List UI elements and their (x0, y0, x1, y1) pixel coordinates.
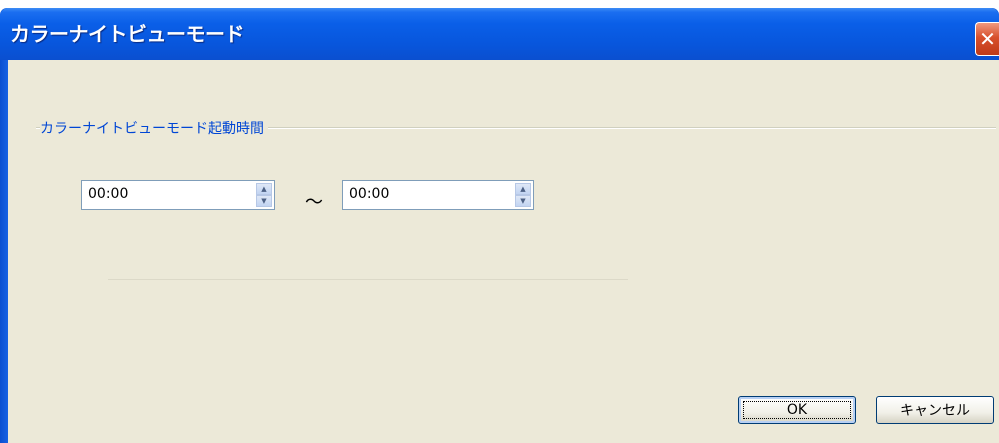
cancel-button[interactable]: キャンセル (876, 396, 994, 424)
range-separator: 〜 (305, 192, 323, 213)
close-icon: ✕ (979, 27, 996, 51)
start-time-value: 00:00 (88, 186, 129, 202)
spin-down-icon[interactable]: ▼ (256, 195, 272, 207)
end-time-value: 00:00 (349, 186, 390, 202)
window-title: カラーナイトビューモード (10, 22, 245, 46)
window-left-border (0, 60, 8, 443)
ok-button[interactable]: OK (738, 396, 856, 424)
title-bar[interactable]: カラーナイトビューモード ✕ (0, 8, 999, 60)
spin-down-icon[interactable]: ▼ (515, 195, 531, 207)
dialog-window: カラーナイトビューモード ✕ カラーナイトビューモード起動時間 00:00 ▲ … (0, 8, 999, 443)
start-time-spinner[interactable]: 00:00 ▲ ▼ (81, 180, 275, 210)
spin-up-icon[interactable]: ▲ (256, 183, 272, 195)
focus-rectangle (743, 401, 851, 419)
spin-up-icon[interactable]: ▲ (515, 183, 531, 195)
group-box-label: カラーナイトビューモード起動時間 (40, 118, 268, 138)
cancel-button-label: キャンセル (900, 403, 970, 419)
close-button[interactable]: ✕ (975, 22, 999, 56)
separator-line (108, 279, 628, 280)
top-strip (0, 0, 999, 8)
end-time-spinner[interactable]: 00:00 ▲ ▼ (342, 180, 534, 210)
end-time-spin-buttons: ▲ ▼ (515, 183, 531, 207)
start-time-spin-buttons: ▲ ▼ (256, 183, 272, 207)
dialog-client-area: カラーナイトビューモード起動時間 00:00 ▲ ▼ 〜 00:00 ▲ ▼ O… (8, 60, 999, 443)
